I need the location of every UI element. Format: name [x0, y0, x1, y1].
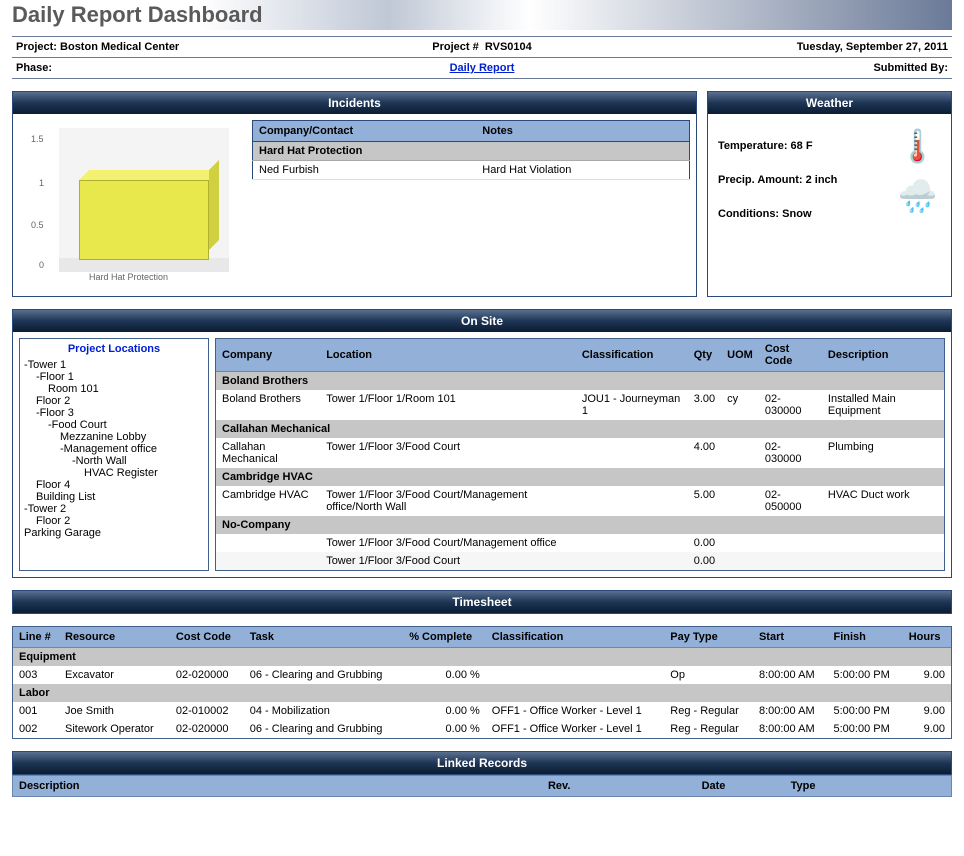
incidents-header: Incidents — [13, 92, 696, 114]
tree-node[interactable]: -Floor 3 — [24, 407, 204, 419]
tree-node[interactable]: -Management office — [24, 443, 204, 455]
temp-value: 68 F — [791, 140, 813, 152]
col-lrev: Rev. — [482, 780, 636, 792]
onsite-row: Tower 1/Floor 3/Food Court0.00 — [216, 552, 944, 570]
projectnum-label: Project # — [432, 41, 478, 53]
cloud-rain-icon: 🌧️ — [892, 180, 943, 212]
col-company: Company — [216, 339, 320, 372]
onsite-row: Callahan MechanicalTower 1/Floor 3/Food … — [216, 438, 944, 468]
onsite-panel: On Site Project Locations -Tower 1-Floor… — [12, 309, 952, 578]
col-ldate: Date — [636, 780, 790, 792]
tree-node[interactable]: Floor 2 — [24, 515, 204, 527]
onsite-table: Company Location Classification Qty UOM … — [216, 339, 944, 570]
tree-node[interactable]: HVAC Register — [24, 467, 204, 479]
thermometer-icon: 🌡️ — [892, 130, 943, 162]
project-label: Project: — [16, 41, 57, 53]
cond-label: Conditions: — [718, 208, 779, 220]
incident-notes: Hard Hat Violation — [476, 161, 689, 180]
col-start: Start — [753, 627, 828, 648]
tree-node[interactable]: -North Wall — [24, 455, 204, 467]
locations-tree: Project Locations -Tower 1-Floor 1Room 1… — [19, 338, 209, 571]
onsite-row: Boland BrothersTower 1/Floor 1/Room 101J… — [216, 390, 944, 420]
col-notes: Notes — [476, 121, 689, 142]
col-qty: Qty — [688, 339, 721, 372]
projectnum-text: RVS0104 — [485, 41, 532, 53]
incident-row: Ned Furbish Hard Hat Violation — [253, 161, 690, 180]
col-cost: Cost Code — [759, 339, 822, 372]
col-class2: Classification — [486, 627, 664, 648]
timesheet-row: 001Joe Smith02-01000204 - Mobilization0.… — [13, 702, 951, 720]
tree-node[interactable]: -Tower 2 — [24, 503, 204, 515]
timesheet-header: Timesheet — [12, 590, 952, 614]
onsite-group-row: Boland Brothers — [216, 372, 944, 391]
col-ltype: Type — [791, 780, 945, 792]
tree-node[interactable]: -Floor 1 — [24, 371, 204, 383]
page-title: Daily Report Dashboard — [12, 0, 952, 30]
timesheet-table: Line # Resource Cost Code Task % Complet… — [13, 627, 951, 738]
tree-node[interactable]: -Tower 1 — [24, 359, 204, 371]
col-costcode: Cost Code — [170, 627, 244, 648]
tree-node[interactable]: -Food Court — [24, 419, 204, 431]
col-ldesc: Description — [19, 780, 482, 792]
col-desc: Description — [822, 339, 944, 372]
tree-node[interactable]: Floor 4 — [24, 479, 204, 491]
precip-value: 2 inch — [806, 174, 838, 186]
tree-node[interactable]: Parking Garage — [24, 527, 204, 539]
col-uom: UOM — [721, 339, 759, 372]
linked-columns: Description Rev. Date Type — [12, 775, 952, 797]
col-line: Line # — [13, 627, 59, 648]
weather-header: Weather — [708, 92, 951, 114]
incidents-table: Company/Contact Notes Hard Hat Protectio… — [252, 120, 690, 180]
project-value: Boston Medical Center — [60, 41, 179, 53]
precip-label: Precip. Amount: — [718, 174, 803, 186]
linked-header: Linked Records — [12, 751, 952, 775]
daily-report-link[interactable]: Daily Report — [450, 62, 515, 74]
submitted-by-label: Submitted By: — [637, 62, 948, 74]
timesheet-row: 002Sitework Operator02-02000006 - Cleari… — [13, 720, 951, 738]
onsite-group-row: Cambridge HVAC — [216, 468, 944, 486]
report-date: Tuesday, September 27, 2011 — [637, 41, 948, 53]
onsite-row: Tower 1/Floor 3/Food Court/Management of… — [216, 534, 944, 552]
temp-label: Temperature: — [718, 140, 787, 152]
onsite-header: On Site — [13, 310, 951, 332]
tree-node[interactable]: Floor 2 — [24, 395, 204, 407]
tree-node[interactable]: Mezzanine Lobby — [24, 431, 204, 443]
col-class: Classification — [576, 339, 688, 372]
weather-panel: Weather Temperature: 68 F Precip. Amount… — [707, 91, 952, 297]
col-hours: Hours — [903, 627, 951, 648]
incident-company: Ned Furbish — [253, 161, 477, 180]
tree-node[interactable]: Room 101 — [24, 383, 204, 395]
col-task: Task — [244, 627, 403, 648]
phase-label: Phase: — [16, 62, 327, 74]
col-resource: Resource — [59, 627, 170, 648]
timesheet-panel: Line # Resource Cost Code Task % Complet… — [12, 626, 952, 739]
tree-node[interactable]: Building List — [24, 491, 204, 503]
timesheet-group-row: Equipment — [13, 648, 951, 667]
col-pay: Pay Type — [664, 627, 753, 648]
incidents-chart: 1.5 1 0.5 0 Hard Hat Protection — [19, 120, 244, 290]
header-info: Project: Boston Medical Center Project #… — [12, 36, 952, 79]
incident-group: Hard Hat Protection — [253, 142, 690, 161]
onsite-row: Cambridge HVACTower 1/Floor 3/Food Court… — [216, 486, 944, 516]
col-company: Company/Contact — [253, 121, 477, 142]
onsite-group-row: No-Company — [216, 516, 944, 534]
cond-value: Snow — [782, 208, 811, 220]
col-finish: Finish — [828, 627, 903, 648]
incidents-panel: Incidents 1.5 1 0.5 0 Hard Hat Protectio… — [12, 91, 697, 297]
timesheet-row: 003Excavator02-02000006 - Clearing and G… — [13, 666, 951, 684]
chart-category-label: Hard Hat Protection — [89, 272, 168, 282]
col-pct: % Complete — [403, 627, 486, 648]
onsite-group-row: Callahan Mechanical — [216, 420, 944, 438]
col-location: Location — [320, 339, 576, 372]
tree-title: Project Locations — [24, 343, 204, 355]
timesheet-group-row: Labor — [13, 684, 951, 702]
